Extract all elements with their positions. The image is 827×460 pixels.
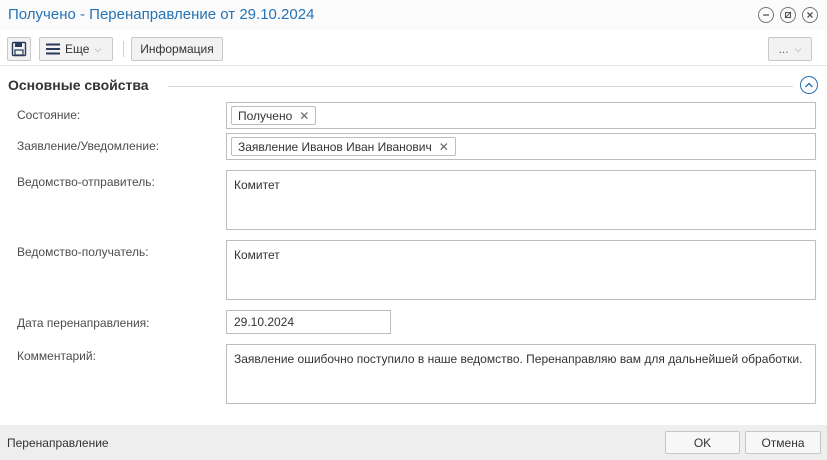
actions-menu-label: ... [778, 42, 789, 56]
sender-value: Комитет [234, 178, 280, 192]
cancel-button[interactable]: Отмена [745, 431, 821, 454]
sender-field[interactable]: Комитет [226, 170, 816, 230]
ok-button[interactable]: OK [665, 431, 740, 454]
comment-label: Комментарий: [17, 349, 96, 363]
status-tag: Получено ✕ [231, 106, 317, 125]
title-bar: Получено - Перенаправление от 29.10.2024 [0, 0, 827, 30]
chevron-down-icon: ⌵ [794, 43, 802, 54]
comment-value: Заявление ошибочно поступило в наше ведо… [234, 352, 803, 366]
receiver-value: Комитет [234, 248, 280, 262]
more-menu-button[interactable]: Еще ⌵ [39, 37, 113, 61]
more-menu-label: Еще [65, 42, 90, 56]
status-tag-text: Получено [238, 108, 293, 123]
comment-field[interactable]: Заявление ошибочно поступило в наше ведо… [226, 344, 816, 404]
sender-label: Ведомство-отправитель: [17, 175, 155, 189]
remove-tag-icon[interactable]: ✕ [299, 109, 309, 123]
actions-menu-button[interactable]: ... ⌵ [768, 37, 812, 61]
minimize-icon[interactable] [758, 7, 774, 23]
section-title: Основные свойства [8, 77, 149, 93]
info-button[interactable]: Информация [131, 37, 223, 61]
window-title: Получено - Перенаправление от 29.10.2024 [8, 6, 315, 23]
section-divider [168, 86, 793, 87]
save-button[interactable] [7, 37, 31, 61]
section-header: Основные свойства [0, 72, 827, 98]
toolbar: Еще ⌵ Информация ... ⌵ [0, 30, 827, 66]
application-tag-text: Заявление Иванов Иван Иванович [238, 139, 432, 154]
remove-tag-icon[interactable]: ✕ [439, 140, 449, 154]
date-label: Дата перенаправления: [17, 316, 150, 330]
footer-bar: Перенаправление OK Отмена [0, 425, 827, 460]
application-tag: Заявление Иванов Иван Иванович ✕ [231, 137, 456, 156]
toolbar-divider [123, 41, 124, 57]
close-icon[interactable] [802, 7, 818, 23]
save-icon [11, 41, 27, 57]
receiver-label: Ведомство-получатель: [17, 245, 149, 259]
receiver-field[interactable]: Комитет [226, 240, 816, 300]
application-field[interactable]: Заявление Иванов Иван Иванович ✕ [226, 133, 816, 160]
status-field[interactable]: Получено ✕ [226, 102, 816, 129]
date-value: 29.10.2024 [234, 315, 295, 329]
chevron-down-icon: ⌵ [94, 43, 102, 54]
application-label: Заявление/Уведомление: [17, 139, 160, 153]
date-field[interactable]: 29.10.2024 [226, 310, 391, 334]
menu-icon [46, 43, 60, 55]
status-label: Состояние: [17, 108, 81, 122]
restore-icon[interactable] [780, 7, 796, 23]
collapse-section-icon[interactable] [800, 76, 818, 94]
footer-label: Перенаправление [7, 436, 109, 450]
